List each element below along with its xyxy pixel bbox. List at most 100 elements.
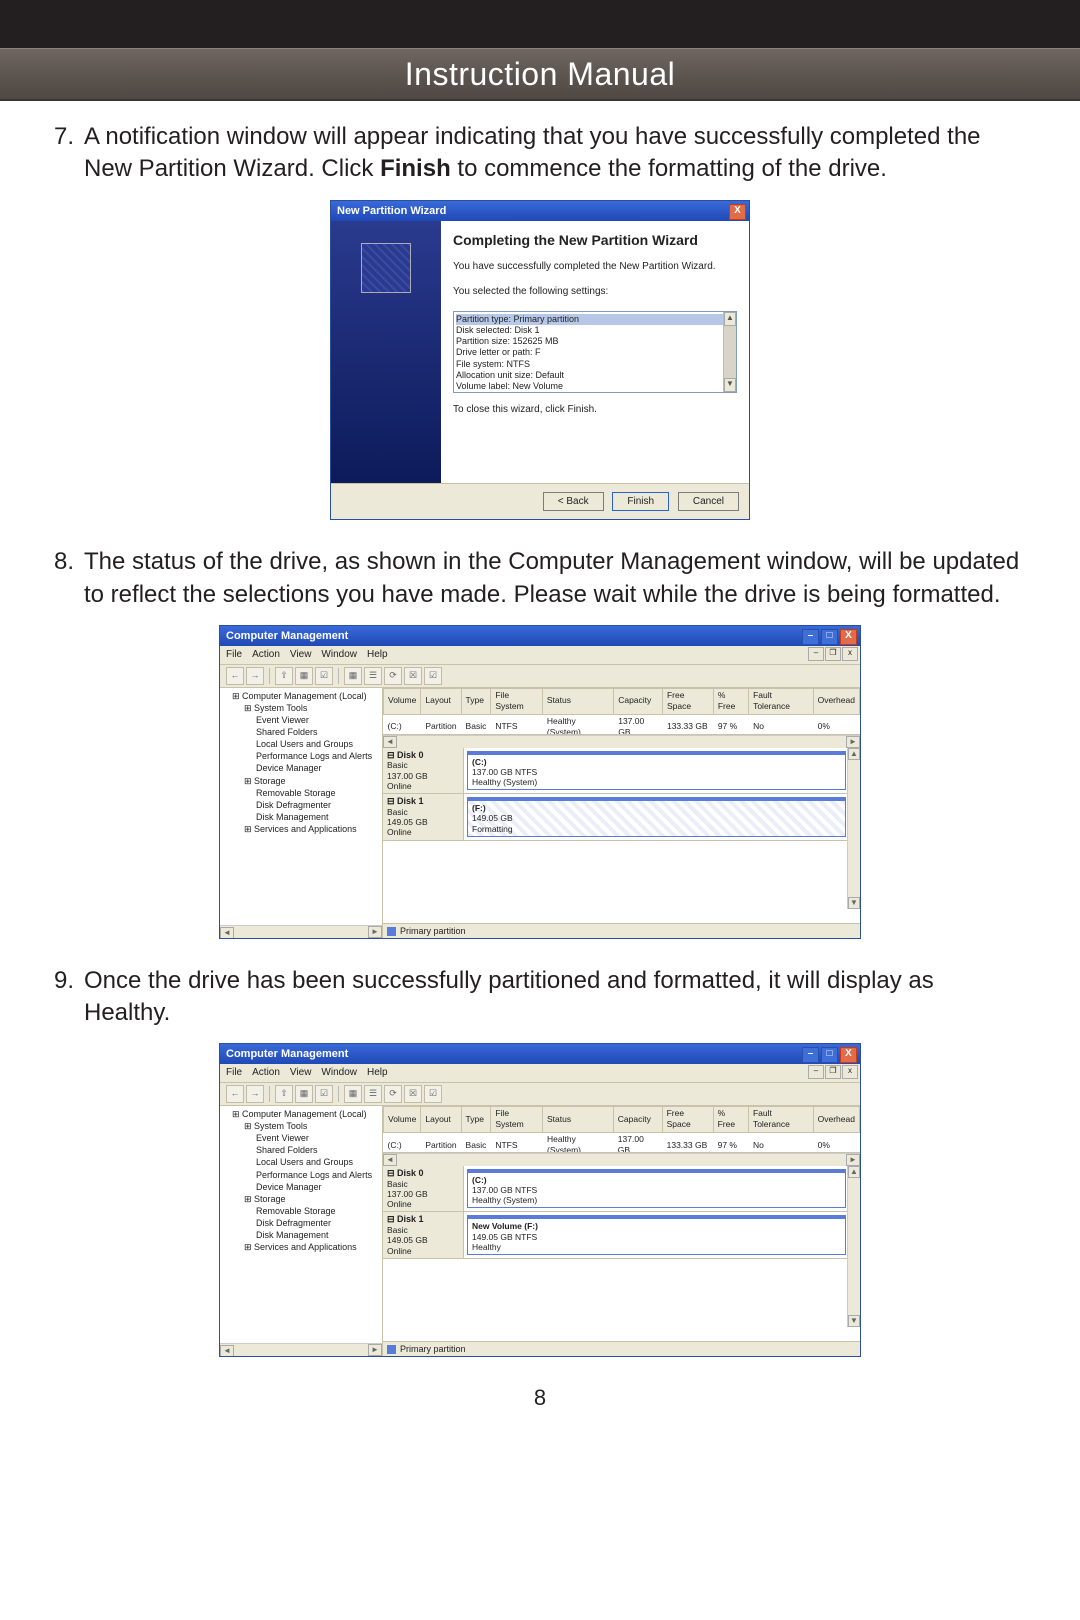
toolbar-button[interactable]: ☰ [364,1085,382,1103]
menu-file[interactable]: File [226,649,242,660]
column-header[interactable]: Layout [421,1106,461,1132]
wizard-cancel-button[interactable]: Cancel [678,492,739,512]
inner-window-button[interactable]: x [842,1065,858,1079]
toolbar-button[interactable]: ⟳ [384,1085,402,1103]
wizard-close-button[interactable]: X [729,204,746,220]
volume-list[interactable]: VolumeLayoutTypeFile SystemStatusCapacit… [383,688,860,735]
tree-node[interactable]: Device Manager [222,762,380,774]
tree-node[interactable]: Removable Storage [222,787,380,799]
column-header[interactable]: Volume [384,1106,421,1132]
tree-node[interactable]: ⊞ System Tools [222,1120,380,1132]
tree-node[interactable]: Event Viewer [222,1132,380,1144]
toolbar-button[interactable]: ▦ [344,667,362,685]
column-header[interactable]: Fault Tolerance [749,688,814,714]
tree-node[interactable]: Performance Logs and Alerts [222,1169,380,1181]
toolbar-button[interactable]: ▦ [295,1085,313,1103]
column-header[interactable]: Layout [421,688,461,714]
cm-close-button[interactable]: X [840,1047,857,1063]
menu-help[interactable]: Help [367,649,388,660]
scroll-up-icon[interactable]: ▲ [848,748,860,760]
toolbar-button[interactable]: → [246,667,264,685]
toolbar-button[interactable]: ☒ [404,667,422,685]
scroll-right-icon[interactable]: ► [846,1154,860,1166]
toolbar-button[interactable]: ☑ [315,667,333,685]
scroll-right-icon[interactable]: ► [368,1344,382,1356]
table-row[interactable]: (C:)PartitionBasicNTFSHealthy (System)13… [384,714,860,735]
toolbar-button[interactable]: ← [226,667,244,685]
wizard-list-scrollbar[interactable]: ▲▼ [723,312,736,392]
inner-window-button[interactable]: ❐ [825,647,841,661]
column-header[interactable]: Overhead [813,1106,859,1132]
volume-list[interactable]: VolumeLayoutTypeFile SystemStatusCapacit… [383,1106,860,1153]
inner-window-button[interactable]: – [808,647,824,661]
tree-node[interactable]: Removable Storage [222,1205,380,1217]
tree-node[interactable]: Local Users and Groups [222,1156,380,1168]
menu-window[interactable]: Window [321,1067,357,1078]
menu-action[interactable]: Action [252,649,280,660]
tree-node[interactable]: ⊞ Services and Applications [222,823,380,835]
tree-node[interactable]: Device Manager [222,1181,380,1193]
column-header[interactable]: Type [461,688,491,714]
scroll-left-icon[interactable]: ◄ [383,1154,397,1166]
tree-node[interactable]: ⊞ Computer Management (Local) [222,1108,380,1120]
toolbar-button[interactable]: ☑ [315,1085,333,1103]
toolbar-button[interactable]: ☰ [364,667,382,685]
toolbar-button[interactable]: ▦ [344,1085,362,1103]
tree-node[interactable]: Disk Defragmenter [222,1217,380,1229]
tree-node[interactable]: Shared Folders [222,726,380,738]
tree-node[interactable]: Event Viewer [222,714,380,726]
tree-node[interactable]: ⊞ Services and Applications [222,1241,380,1253]
toolbar-button[interactable]: ⇧ [275,1085,293,1103]
scroll-right-icon[interactable]: ► [368,926,382,938]
cm-maximize-button[interactable]: □ [821,629,838,645]
cm-minimize-button[interactable]: – [802,629,819,645]
column-header[interactable]: Fault Tolerance [748,1106,813,1132]
partition-bar[interactable]: New Volume (F:)149.05 GB NTFSHealthy [467,1215,846,1255]
wizard-back-button[interactable]: < Back [543,492,604,512]
menu-view[interactable]: View [290,1067,312,1078]
toolbar-button[interactable]: ⇧ [275,667,293,685]
scroll-up-icon[interactable]: ▲ [724,312,736,326]
scroll-up-icon[interactable]: ▲ [848,1166,860,1178]
menu-window[interactable]: Window [321,649,357,660]
column-header[interactable]: Free Space [662,688,713,714]
scroll-right-icon[interactable]: ► [846,736,860,748]
scroll-down-icon[interactable]: ▼ [848,897,860,909]
tree-node[interactable]: Performance Logs and Alerts [222,750,380,762]
column-header[interactable]: Capacity [613,1106,662,1132]
wizard-finish-button[interactable]: Finish [612,492,669,512]
column-header[interactable]: Capacity [614,688,663,714]
toolbar-button[interactable]: ▦ [295,667,313,685]
cm-maximize-button[interactable]: □ [821,1047,838,1063]
toolbar-button[interactable]: → [246,1085,264,1103]
partition-bar[interactable]: (C:)137.00 GB NTFSHealthy (System) [467,1169,846,1209]
toolbar-button[interactable]: ☑ [424,667,442,685]
scroll-left-icon[interactable]: ◄ [220,1345,234,1356]
partition-bar[interactable]: (F:)149.05 GBFormatting [467,797,846,837]
column-header[interactable]: Status [542,688,613,714]
partition-bar[interactable]: (C:)137.00 GB NTFSHealthy (System) [467,751,846,791]
toolbar-button[interactable]: ☑ [424,1085,442,1103]
cm-tree[interactable]: ⊞ Computer Management (Local)⊞ System To… [220,688,383,938]
tree-node[interactable]: Disk Management [222,1229,380,1241]
tree-node[interactable]: ⊞ System Tools [222,702,380,714]
toolbar-button[interactable]: ← [226,1085,244,1103]
column-header[interactable]: File System [491,1106,543,1132]
tree-node[interactable]: Shared Folders [222,1144,380,1156]
column-header[interactable]: Type [461,1106,491,1132]
inner-window-button[interactable]: – [808,1065,824,1079]
column-header[interactable]: Overhead [813,688,859,714]
scroll-down-icon[interactable]: ▼ [848,1315,860,1327]
menu-action[interactable]: Action [252,1067,280,1078]
column-header[interactable]: File System [491,688,543,714]
tree-node[interactable]: Local Users and Groups [222,738,380,750]
tree-node[interactable]: Disk Management [222,811,380,823]
inner-window-button[interactable]: ❐ [825,1065,841,1079]
wizard-settings-list[interactable]: Partition type: Primary partition Disk s… [453,311,737,393]
column-header[interactable]: Volume [384,688,421,714]
tree-node[interactable]: Disk Defragmenter [222,799,380,811]
menu-file[interactable]: File [226,1067,242,1078]
column-header[interactable]: % Free [713,688,748,714]
toolbar-button[interactable]: ☒ [404,1085,422,1103]
cm-tree[interactable]: ⊞ Computer Management (Local)⊞ System To… [220,1106,383,1356]
